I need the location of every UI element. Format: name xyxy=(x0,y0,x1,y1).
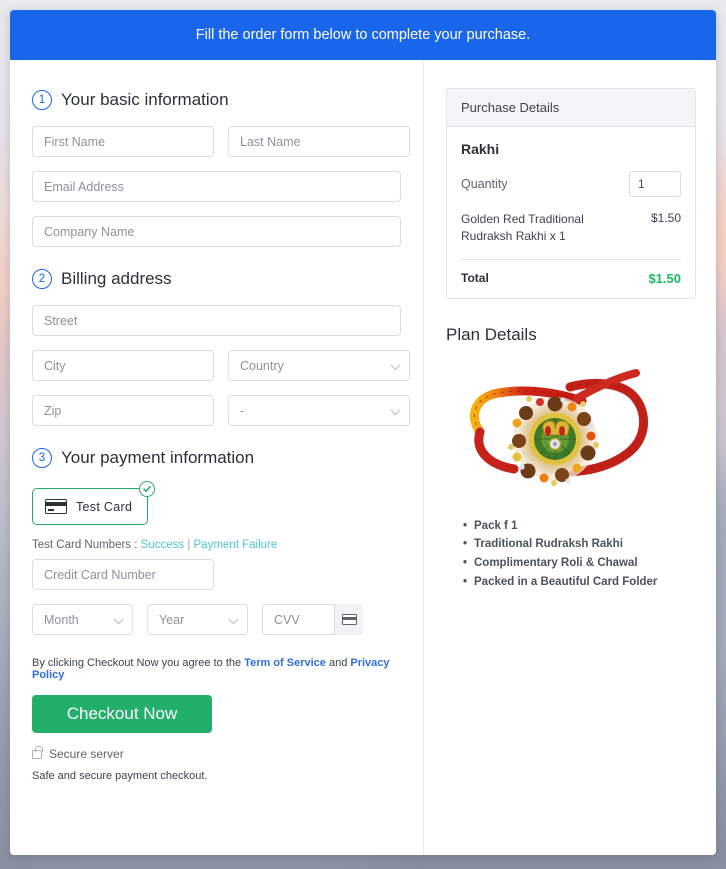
test-card-option[interactable]: Test Card xyxy=(32,481,156,525)
summary-column: Purchase Details Rakhi Quantity Golden R… xyxy=(424,60,716,855)
credit-card-number-input[interactable] xyxy=(32,559,214,590)
city-country-row: Country xyxy=(32,350,410,381)
check-circle-icon xyxy=(139,481,156,497)
city-input[interactable] xyxy=(32,350,214,381)
email-input[interactable] xyxy=(32,171,401,202)
terms-middle: and xyxy=(325,657,351,669)
secure-server-label: Secure server xyxy=(49,747,124,761)
purchase-details-title: Purchase Details xyxy=(447,89,695,127)
order-form-column: 1 Your basic information 2 Billing addre… xyxy=(10,60,424,855)
list-item: Traditional Rudraksh Rakhi xyxy=(463,535,696,554)
expiry-month-select[interactable]: Month xyxy=(32,604,133,635)
credit-card-icon xyxy=(45,499,67,514)
test-card-label: Test Card xyxy=(76,499,133,514)
test-card-failure-link[interactable]: Payment Failure xyxy=(194,539,278,551)
plan-details-title: Plan Details xyxy=(446,324,537,344)
company-name-input[interactable] xyxy=(32,216,401,247)
line-item-price: $1.50 xyxy=(650,211,681,225)
purchase-details-panel: Purchase Details Rakhi Quantity Golden R… xyxy=(446,88,696,299)
product-image xyxy=(450,357,690,507)
expiry-cvv-row: Month Year xyxy=(32,604,401,635)
credit-card-row xyxy=(32,559,401,590)
safe-checkout-note: Safe and secure payment checkout. xyxy=(32,770,208,782)
product-title: Rakhi xyxy=(461,141,500,157)
line-item-name: Golden Red Traditional Rudraksh Rakhi x … xyxy=(461,212,584,244)
quantity-row: Quantity xyxy=(461,171,681,197)
name-row xyxy=(32,126,410,157)
cvv-field-group xyxy=(262,604,363,635)
line-item-row: Golden Red Traditional Rudraksh Rakhi x … xyxy=(461,211,681,260)
country-select[interactable]: Country xyxy=(228,350,410,381)
test-card-separator: | xyxy=(184,539,194,551)
country-select-value: Country xyxy=(228,350,410,381)
step-number-3: 3 xyxy=(32,448,52,468)
page-banner: Fill the order form below to complete yo… xyxy=(10,10,716,60)
list-item: Packed in a Beautiful Card Folder xyxy=(463,573,696,592)
expiry-year-select[interactable]: Year xyxy=(147,604,248,635)
banner-text: Fill the order form below to complete yo… xyxy=(195,27,531,43)
street-row xyxy=(32,305,401,336)
terms-prefix: By clicking Checkout Now you agree to th… xyxy=(32,657,245,669)
plan-features-list: Pack f 1 Traditional Rudraksh Rakhi Comp… xyxy=(446,517,696,592)
zip-input[interactable] xyxy=(32,395,214,426)
step-payment-information-header: 3 Your payment information xyxy=(32,448,401,468)
checkout-now-button[interactable]: Checkout Now xyxy=(32,695,212,733)
cvv-card-icon[interactable] xyxy=(334,604,363,635)
step-number-2: 2 xyxy=(32,269,52,289)
quantity-label: Quantity xyxy=(461,177,508,191)
expiry-month-value: Month xyxy=(32,604,133,635)
state-select-value: - xyxy=(228,395,410,426)
checkout-card: Fill the order form below to complete yo… xyxy=(10,10,716,855)
quantity-input[interactable] xyxy=(629,171,681,197)
terms-agreement-text: By clicking Checkout Now you agree to th… xyxy=(32,657,401,681)
first-name-input[interactable] xyxy=(32,126,214,157)
state-select[interactable]: - xyxy=(228,395,410,426)
email-row xyxy=(32,171,401,202)
secure-server-row: Secure server xyxy=(32,745,401,761)
test-card-numbers-label: Test Card Numbers : xyxy=(32,539,141,551)
list-item: Pack f 1 xyxy=(463,517,696,536)
terms-of-service-link[interactable]: Term of Service xyxy=(244,657,326,669)
test-card-success-link[interactable]: Success xyxy=(141,539,184,551)
step-title-payment: Your payment information xyxy=(61,448,255,467)
test-card-numbers-line: Test Card Numbers : Success | Payment Fa… xyxy=(32,539,401,551)
checkout-body: 1 Your basic information 2 Billing addre… xyxy=(10,60,716,855)
step-title-basic: Your basic information xyxy=(61,90,229,109)
total-row: Total $1.50 xyxy=(461,260,681,286)
list-item: Complimentary Roli & Chawal xyxy=(463,554,696,573)
expiry-year-value: Year xyxy=(147,604,248,635)
purchase-details-body: Rakhi Quantity Golden Red Traditional Ru… xyxy=(447,127,695,298)
total-value: $1.50 xyxy=(648,270,681,286)
zip-state-row: - xyxy=(32,395,410,426)
total-label: Total xyxy=(461,271,489,286)
step-basic-information-header: 1 Your basic information xyxy=(32,90,401,110)
step-number-1: 1 xyxy=(32,90,52,110)
step-billing-address-header: 2 Billing address xyxy=(32,269,401,289)
street-input[interactable] xyxy=(32,305,401,336)
company-row xyxy=(32,216,401,247)
lock-icon xyxy=(32,745,43,759)
last-name-input[interactable] xyxy=(228,126,410,157)
step-title-billing: Billing address xyxy=(61,269,172,288)
